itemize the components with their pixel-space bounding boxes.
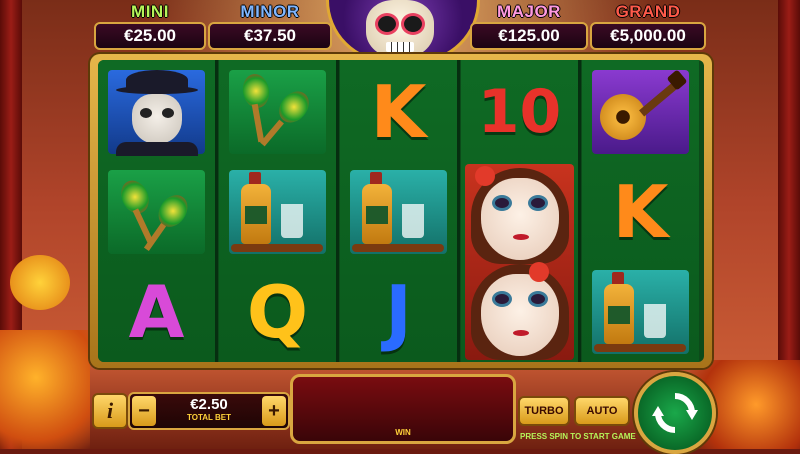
letter-10: 10 <box>477 77 562 147</box>
symbol-maracas <box>223 64 332 160</box>
symbol-letter-k: K <box>586 164 695 260</box>
refresh-arrows-icon <box>652 393 698 433</box>
letter-q: Q <box>246 270 309 354</box>
jackpot-major-label: MAJOR <box>497 2 561 21</box>
skull-eye-right <box>404 16 422 32</box>
reel-5: K <box>582 60 699 362</box>
total-bet-label: TOTAL BET <box>187 413 231 422</box>
symbol-man-skull-face <box>102 64 211 160</box>
reel-2: Q <box>219 60 339 362</box>
bet-panel: − €2.50 TOTAL BET + <box>128 392 290 430</box>
reel-area: A Q K J 10 K <box>98 60 704 362</box>
win-panel: WIN <box>290 374 516 444</box>
symbol-letter-q: Q <box>223 264 332 360</box>
letter-a: A <box>128 270 185 354</box>
symbol-tequila <box>586 264 695 360</box>
reel-4: 10 <box>461 60 581 362</box>
symbol-tequila <box>223 164 332 260</box>
marigold-decoration-left <box>0 330 90 449</box>
sugar-skull-icon <box>366 0 434 58</box>
symbol-letter-j: J <box>344 264 453 360</box>
jackpot-mini: MINI €25.00 <box>94 2 206 50</box>
jackpot-grand-label: GRAND <box>615 2 681 21</box>
catrina-face-top <box>481 178 559 260</box>
autoplay-button[interactable]: AUTO <box>574 396 630 426</box>
bet-increase-button[interactable]: + <box>262 396 286 426</box>
jackpot-grand: GRAND €5,000.00 <box>590 2 706 50</box>
spin-hint-text: PRESS SPIN TO START GAME <box>520 432 636 441</box>
symbol-maracas <box>102 164 211 260</box>
symbol-letter-10: 10 <box>465 64 574 160</box>
jackpot-major: MAJOR €125.00 <box>470 2 588 50</box>
symbol-catrina-woman-stacked <box>465 164 574 360</box>
jackpot-minor-label: MINOR <box>240 2 300 21</box>
spin-button[interactable] <box>634 372 716 454</box>
jackpot-grand-value: €5,000.00 <box>590 22 706 50</box>
symbol-guitar <box>586 64 695 160</box>
skull-teeth <box>386 42 414 52</box>
letter-k: K <box>370 70 427 154</box>
turbo-button[interactable]: TURBO <box>518 396 570 426</box>
jackpot-mini-value: €25.00 <box>94 22 206 50</box>
letter-j: J <box>385 270 412 354</box>
jackpot-minor: MINOR €37.50 <box>208 2 332 50</box>
symbol-letter-a: A <box>102 264 211 360</box>
letter-k: K <box>612 170 669 254</box>
symbol-letter-k: K <box>344 64 453 160</box>
jackpot-mini-label: MINI <box>131 2 169 21</box>
win-label: WIN <box>395 428 411 437</box>
info-button[interactable]: i <box>92 393 128 429</box>
reel-1: A <box>98 60 218 362</box>
catrina-face-bottom <box>481 274 559 356</box>
flower-pot-decoration <box>10 255 70 310</box>
total-bet-value: €2.50 <box>190 396 228 413</box>
jackpot-minor-value: €37.50 <box>208 22 332 50</box>
symbol-tequila <box>344 164 453 260</box>
jackpot-major-value: €125.00 <box>470 22 588 50</box>
bet-decrease-button[interactable]: − <box>132 396 156 426</box>
reel-3: K J <box>340 60 460 362</box>
skull-eye-left <box>378 16 396 32</box>
